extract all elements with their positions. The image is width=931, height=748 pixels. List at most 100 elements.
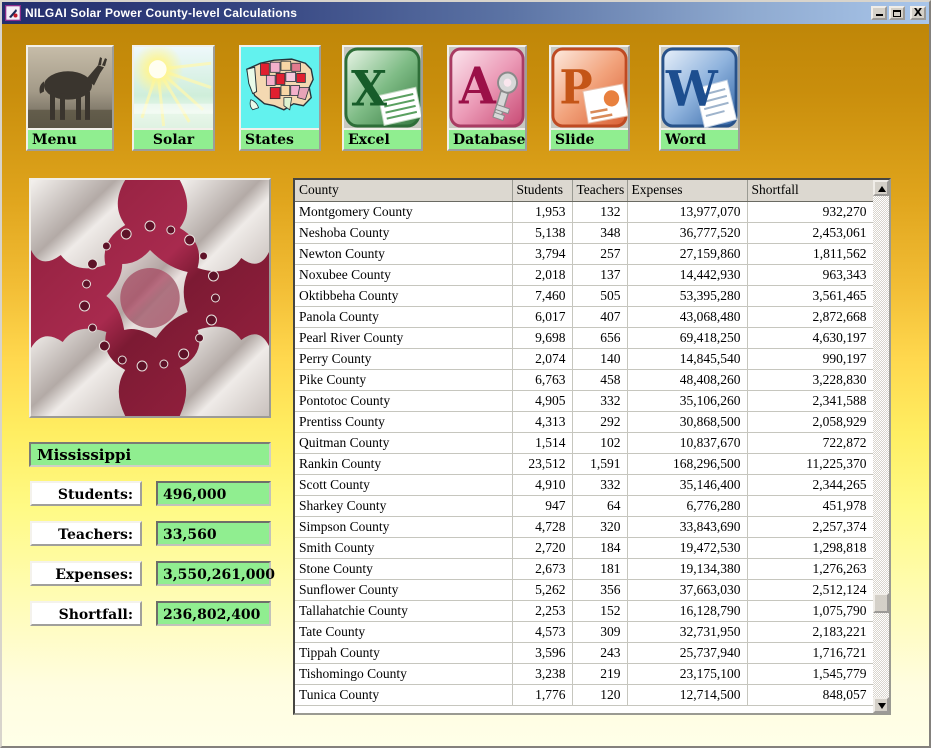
value-cell[interactable]: 43,068,480	[627, 306, 747, 327]
table-scrollbar[interactable]	[873, 180, 889, 713]
value-cell[interactable]: 2,058,929	[747, 411, 873, 432]
value-cell[interactable]: 69,418,250	[627, 327, 747, 348]
value-cell[interactable]: 35,106,260	[627, 390, 747, 411]
value-cell[interactable]: 4,573	[512, 621, 572, 642]
toolbar-button-states[interactable]: States	[239, 45, 321, 151]
table-row[interactable]: Newton County3,79425727,159,8601,811,562	[295, 243, 873, 264]
value-cell[interactable]: 152	[572, 600, 627, 621]
close-button[interactable]: X	[910, 6, 926, 20]
value-cell[interactable]: 23,512	[512, 453, 572, 474]
value-cell[interactable]: 2,257,374	[747, 516, 873, 537]
table-row[interactable]: Rankin County23,5121,591168,296,50011,22…	[295, 453, 873, 474]
value-cell[interactable]: 12,714,500	[627, 684, 747, 705]
value-cell[interactable]: 30,868,500	[627, 411, 747, 432]
value-cell[interactable]: 25,737,940	[627, 642, 747, 663]
table-row[interactable]: Perry County2,07414014,845,540990,197	[295, 348, 873, 369]
value-cell[interactable]: 16,128,790	[627, 600, 747, 621]
minimize-button[interactable]	[871, 6, 887, 20]
scroll-up-button[interactable]	[873, 180, 889, 196]
toolbar-button-solar[interactable]: Solar	[132, 45, 215, 151]
value-cell[interactable]: 722,872	[747, 432, 873, 453]
table-row[interactable]: Scott County4,91033235,146,4002,344,265	[295, 474, 873, 495]
value-cell[interactable]: 1,276,263	[747, 558, 873, 579]
teachers-value[interactable]: 33,560	[156, 521, 271, 546]
value-cell[interactable]: 19,472,530	[627, 537, 747, 558]
expenses-value[interactable]: 3,550,261,000	[156, 561, 271, 586]
value-cell[interactable]: 5,262	[512, 579, 572, 600]
toolbar-button-database[interactable]: A Database	[447, 45, 527, 151]
value-cell[interactable]: 1,953	[512, 201, 572, 222]
value-cell[interactable]: 2,344,265	[747, 474, 873, 495]
county-cell[interactable]: Stone County	[295, 558, 512, 579]
table-row[interactable]: Montgomery County1,95313213,977,070932,2…	[295, 201, 873, 222]
table-row[interactable]: Pontotoc County4,90533235,106,2602,341,5…	[295, 390, 873, 411]
county-cell[interactable]: Pike County	[295, 369, 512, 390]
value-cell[interactable]: 3,561,465	[747, 285, 873, 306]
value-cell[interactable]: 309	[572, 621, 627, 642]
value-cell[interactable]: 932,270	[747, 201, 873, 222]
scrollbar-thumb[interactable]	[873, 593, 889, 613]
value-cell[interactable]: 2,453,061	[747, 222, 873, 243]
county-cell[interactable]: Newton County	[295, 243, 512, 264]
table-row[interactable]: Pearl River County9,69865669,418,2504,63…	[295, 327, 873, 348]
value-cell[interactable]: 102	[572, 432, 627, 453]
value-cell[interactable]: 4,630,197	[747, 327, 873, 348]
value-cell[interactable]: 451,978	[747, 495, 873, 516]
value-cell[interactable]: 2,720	[512, 537, 572, 558]
value-cell[interactable]: 9,698	[512, 327, 572, 348]
county-cell[interactable]: Tallahatchie County	[295, 600, 512, 621]
value-cell[interactable]: 1,545,779	[747, 663, 873, 684]
value-cell[interactable]: 356	[572, 579, 627, 600]
value-cell[interactable]: 6,763	[512, 369, 572, 390]
county-cell[interactable]: Simpson County	[295, 516, 512, 537]
table-row[interactable]: Tippah County3,59624325,737,9401,716,721	[295, 642, 873, 663]
value-cell[interactable]: 1,811,562	[747, 243, 873, 264]
value-cell[interactable]: 1,514	[512, 432, 572, 453]
value-cell[interactable]: 3,596	[512, 642, 572, 663]
toolbar-button-menu[interactable]: Menu	[26, 45, 114, 151]
table-row[interactable]: Quitman County1,51410210,837,670722,872	[295, 432, 873, 453]
value-cell[interactable]: 990,197	[747, 348, 873, 369]
value-cell[interactable]: 2,253	[512, 600, 572, 621]
value-cell[interactable]: 137	[572, 264, 627, 285]
app-icon[interactable]	[5, 5, 21, 21]
value-cell[interactable]: 14,442,930	[627, 264, 747, 285]
county-cell[interactable]: Tippah County	[295, 642, 512, 663]
value-cell[interactable]: 11,225,370	[747, 453, 873, 474]
table-row[interactable]: Tishomingo County3,23821923,175,1001,545…	[295, 663, 873, 684]
county-cell[interactable]: Pearl River County	[295, 327, 512, 348]
county-cell[interactable]: Perry County	[295, 348, 512, 369]
table-row[interactable]: Sharkey County947646,776,280451,978	[295, 495, 873, 516]
value-cell[interactable]: 1,075,790	[747, 600, 873, 621]
table-row[interactable]: Tallahatchie County2,25315216,128,7901,0…	[295, 600, 873, 621]
value-cell[interactable]: 36,777,520	[627, 222, 747, 243]
shortfall-value[interactable]: 236,802,400	[156, 601, 271, 626]
value-cell[interactable]: 4,728	[512, 516, 572, 537]
toolbar-button-excel[interactable]: X Excel	[342, 45, 423, 151]
value-cell[interactable]: 132	[572, 201, 627, 222]
value-cell[interactable]: 348	[572, 222, 627, 243]
value-cell[interactable]: 4,910	[512, 474, 572, 495]
table-row[interactable]: Panola County6,01740743,068,4802,872,668	[295, 306, 873, 327]
value-cell[interactable]: 35,146,400	[627, 474, 747, 495]
value-cell[interactable]: 6,776,280	[627, 495, 747, 516]
value-cell[interactable]: 37,663,030	[627, 579, 747, 600]
value-cell[interactable]: 320	[572, 516, 627, 537]
county-cell[interactable]: Smith County	[295, 537, 512, 558]
value-cell[interactable]: 14,845,540	[627, 348, 747, 369]
value-cell[interactable]: 168,296,500	[627, 453, 747, 474]
value-cell[interactable]: 2,872,668	[747, 306, 873, 327]
county-cell[interactable]: Rankin County	[295, 453, 512, 474]
value-cell[interactable]: 2,341,588	[747, 390, 873, 411]
table-row[interactable]: Tunica County1,77612012,714,500848,057	[295, 684, 873, 705]
county-cell[interactable]: Oktibbeha County	[295, 285, 512, 306]
value-cell[interactable]: 2,673	[512, 558, 572, 579]
toolbar-button-slide[interactable]: P Slide	[549, 45, 630, 151]
value-cell[interactable]: 219	[572, 663, 627, 684]
value-cell[interactable]: 1,298,818	[747, 537, 873, 558]
county-cell[interactable]: Panola County	[295, 306, 512, 327]
value-cell[interactable]: 19,134,380	[627, 558, 747, 579]
value-cell[interactable]: 407	[572, 306, 627, 327]
value-cell[interactable]: 848,057	[747, 684, 873, 705]
value-cell[interactable]: 7,460	[512, 285, 572, 306]
